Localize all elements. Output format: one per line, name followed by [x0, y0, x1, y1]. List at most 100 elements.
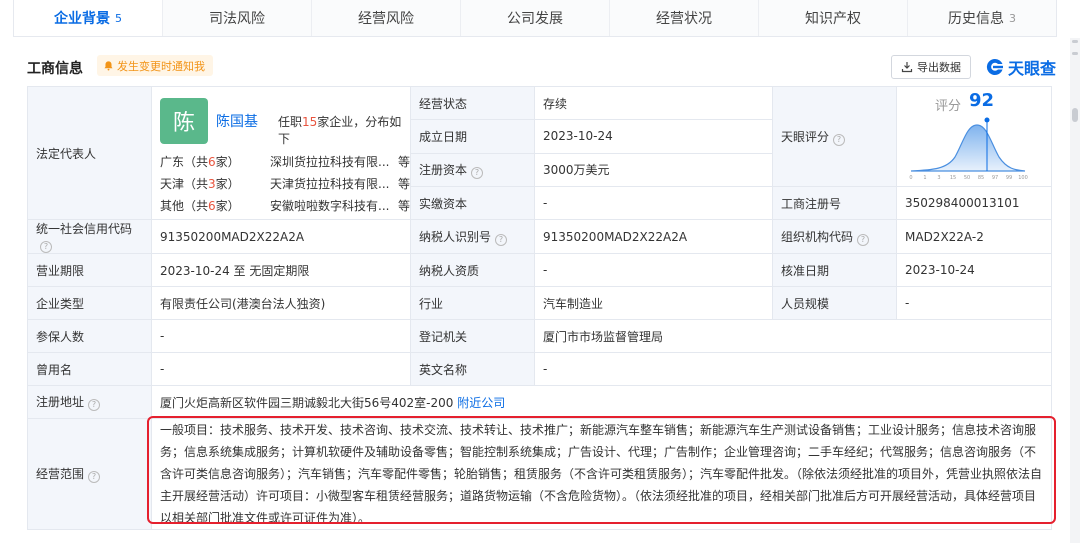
change-notify-button[interactable]: 发生变更时通知我	[97, 55, 213, 76]
tab-5[interactable]: 知识产权	[759, 0, 908, 36]
tab-label: 企业背景	[54, 11, 110, 27]
brand-name: 天眼查	[1008, 59, 1057, 78]
region: 天津（共3家）	[160, 176, 240, 191]
axis-tick: 99	[1006, 175, 1012, 181]
address-value: 厦门火炬高新区软件园三期诚毅北大街56号402室-200 附近公司	[151, 385, 1052, 419]
region-more[interactable]: 等	[398, 175, 410, 192]
field-value: 汽车制造业	[534, 286, 773, 320]
field-value: -	[896, 286, 1052, 320]
region: 广东（共6家）	[160, 154, 240, 169]
reg-capital-label: 注册资本?	[410, 152, 535, 188]
score-cell: 评分 92 0 1 3 15 50 85 97 99 100	[896, 86, 1052, 187]
business-scope-text: 一般项目：技术服务、技术开发、技术咨询、技术交流、技术转让、技术推广；新能源汽车…	[151, 418, 1052, 530]
tab-0[interactable]: 企业背景 5	[14, 0, 163, 36]
avatar: 陈	[160, 98, 208, 144]
help-icon[interactable]: ?	[40, 241, 52, 253]
help-icon[interactable]: ?	[857, 233, 870, 246]
field-label: 人员规模	[772, 286, 897, 320]
axis-tick: 100	[1018, 175, 1028, 181]
tab-bar: 企业背景 5 司法风险 经营风险 公司发展 经营状况 知识产权 历史信息 3	[13, 0, 1057, 37]
rep-region-row: 天津（共3家） 天津货拉拉科技有限... 等	[160, 173, 415, 193]
help-icon[interactable]: ?	[88, 399, 101, 411]
field-value: 2023-10-24	[896, 253, 1052, 287]
legal-rep-label: 法定代表人	[27, 86, 152, 220]
section-title: 工商信息	[27, 61, 83, 77]
help-icon[interactable]: ?	[495, 233, 508, 246]
field-value: 91350200MAD2X22A2A	[534, 219, 773, 254]
tab-2[interactable]: 经营风险	[312, 0, 461, 36]
axis-tick: 1	[923, 175, 926, 181]
axis-tick: 3	[937, 175, 940, 181]
tab-label: 经营风险	[358, 11, 414, 27]
status-label: 经营状态	[410, 85, 535, 121]
paid-capital-label: 实缴资本	[410, 186, 535, 220]
field-value: -	[151, 319, 411, 353]
axis-tick: 50	[964, 175, 970, 181]
field-label: 行业	[410, 286, 535, 320]
export-data-button[interactable]: 导出数据	[891, 55, 971, 79]
tab-label: 历史信息	[948, 11, 1004, 27]
tab-label: 司法风险	[209, 11, 265, 27]
nearby-companies-link[interactable]: 附近公司	[457, 396, 505, 410]
field-label: 组织机构代码?	[772, 219, 897, 254]
tianyancha-logo-icon	[986, 58, 1003, 75]
help-icon[interactable]: ?	[833, 133, 846, 146]
field-label: 企业类型	[27, 286, 152, 320]
field-value: -	[534, 253, 773, 287]
founded-value: 2023-10-24	[534, 119, 773, 154]
status-value: 存续	[534, 85, 773, 121]
field-label: 纳税人资质	[410, 253, 535, 287]
tab-label: 知识产权	[805, 11, 861, 27]
help-icon[interactable]: ?	[88, 471, 101, 483]
field-value: 2023-10-24 至 无固定期限	[151, 253, 411, 287]
legal-rep-cell: 陈 陈国基 任职15家企业，分布如下 广东（共6家） 深圳货拉拉科技有限... 等天…	[151, 86, 411, 220]
tab-1[interactable]: 司法风险	[163, 0, 312, 36]
rep-region-row: 广东（共6家） 深圳货拉拉科技有限... 等	[160, 151, 415, 171]
region-more[interactable]: 等	[398, 153, 410, 170]
reg-no-label: 工商注册号	[772, 186, 897, 220]
axis-tick: 15	[950, 175, 956, 181]
export-icon	[901, 62, 913, 73]
help-icon[interactable]: ?	[471, 166, 484, 179]
section-header: 工商信息 发生变更时通知我 导出数据 天眼查	[13, 52, 1057, 82]
founded-label: 成立日期	[410, 119, 535, 154]
tab-count: 3	[1009, 11, 1016, 25]
tab-label: 公司发展	[507, 11, 563, 27]
region-company[interactable]: 安徽啦啦数字科技有...	[270, 197, 392, 214]
paid-capital-value: -	[534, 186, 773, 220]
field-value: 91350200MAD2X22A2A	[151, 219, 411, 254]
export-data-label: 导出数据	[917, 61, 961, 74]
field-label: 参保人数	[27, 319, 152, 353]
tianyancha-logo: 天眼查	[985, 55, 1056, 79]
bell-icon	[104, 61, 113, 71]
field-value: -	[151, 352, 411, 386]
field-label: 曾用名	[27, 352, 152, 386]
field-label: 登记机关	[410, 319, 535, 353]
axis-tick: 85	[978, 175, 984, 181]
reg-capital-value: 3000万美元	[534, 152, 773, 188]
score-distribution-chart: 0 1 3 15 50 85 97 99 100	[909, 117, 1028, 181]
legal-rep-name-link[interactable]: 陈国基	[216, 111, 258, 131]
field-label: 英文名称	[410, 352, 535, 386]
tab-count: 5	[115, 11, 122, 25]
field-value: 有限责任公司(港澳台法人独资)	[151, 286, 411, 320]
score-label: 天眼评分?	[772, 86, 897, 187]
tab-6[interactable]: 历史信息 3	[908, 0, 1056, 36]
business-info-table: 法定代表人 陈 陈国基 任职15家企业，分布如下 广东（共6家） 深圳货拉拉科技有…	[27, 85, 1052, 530]
field-label: 核准日期	[772, 253, 897, 287]
legal-rep-desc: 任职15家企业，分布如下	[278, 115, 402, 146]
reg-no-value: 350298400013101	[896, 186, 1052, 220]
region: 其他（共6家）	[160, 198, 240, 213]
region-company[interactable]: 天津货拉拉科技有限...	[270, 175, 392, 192]
tab-3[interactable]: 公司发展	[461, 0, 610, 36]
region-company[interactable]: 深圳货拉拉科技有限...	[270, 153, 392, 170]
region-more[interactable]: 等	[398, 197, 410, 214]
tab-label: 经营状况	[656, 11, 712, 27]
field-label: 统一社会信用代码?	[27, 219, 152, 254]
tab-4[interactable]: 经营状况	[610, 0, 759, 36]
field-label: 营业期限	[27, 253, 152, 287]
field-value: -	[534, 352, 1052, 386]
axis-tick: 0	[909, 175, 912, 181]
scrollbar[interactable]	[1070, 38, 1080, 543]
scope-label: 经营范围?	[27, 418, 152, 530]
